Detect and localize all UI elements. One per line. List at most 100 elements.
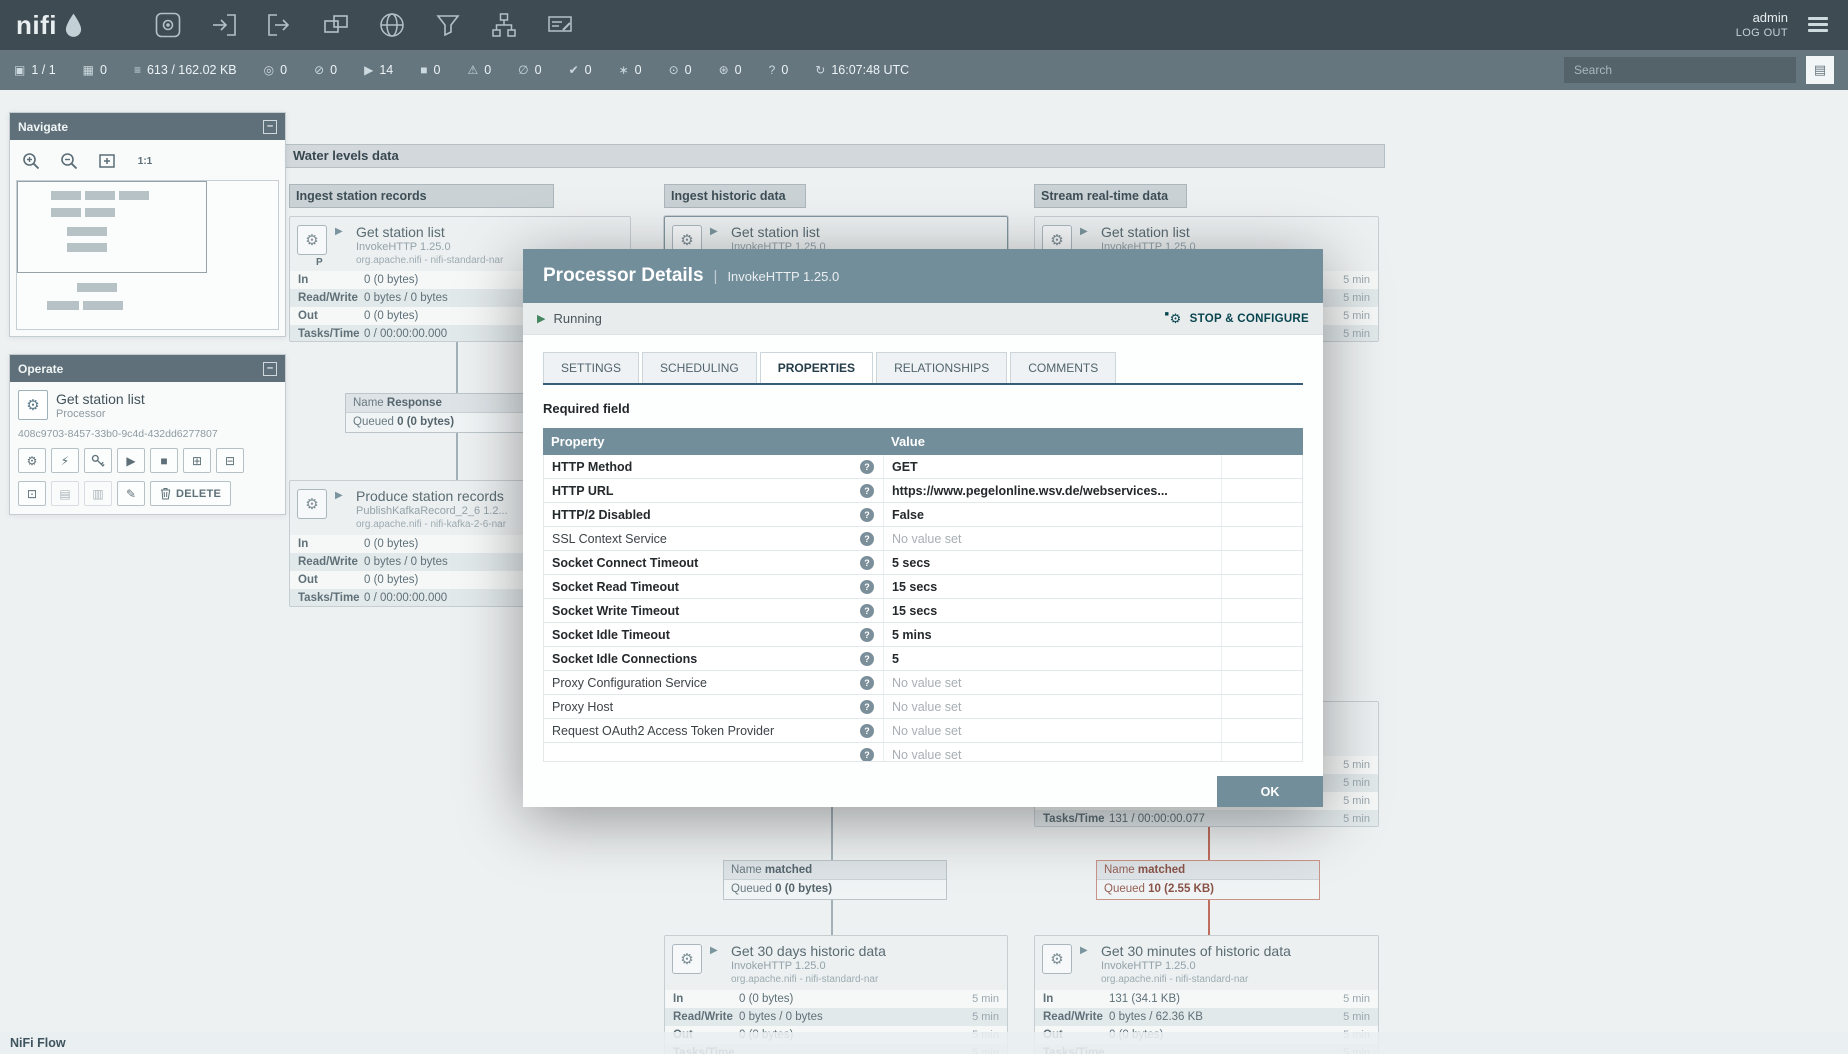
search-input[interactable] [1564, 57, 1796, 83]
connection-queued: Queued 0 (0 bytes) [724, 880, 946, 899]
ok-button[interactable]: OK [1217, 776, 1323, 807]
trash-icon [161, 488, 171, 500]
birdseye-minimap[interactable] [16, 180, 279, 330]
label-icon[interactable] [545, 10, 575, 40]
help-icon[interactable]: ? [860, 747, 874, 761]
help-icon[interactable]: ? [860, 579, 874, 594]
label-stream-real-time-data[interactable]: Stream real-time data [1034, 184, 1187, 208]
tab-relationships[interactable]: RELATIONSHIPS [876, 352, 1008, 383]
selected-component-name: Get station list [56, 390, 145, 407]
property-name: Socket Connect Timeout [552, 555, 699, 570]
stat-label: Out [298, 574, 318, 586]
label-ingest-station-records[interactable]: Ingest station records [289, 184, 554, 208]
property-extra-cell [1222, 551, 1302, 574]
template-icon: ⊟ [224, 453, 236, 468]
flow-status-bar: ▣ 1 / 1 ▦ 0 ≡ 613 / 162.02 KB ◎ 0 ⊘ 0 ▶ … [0, 50, 1848, 90]
dialog-subtitle: InvokeHTTP 1.25.0 [727, 268, 840, 284]
running-indicator-icon: ▶ [710, 226, 718, 237]
start-button[interactable]: ▶ [117, 448, 145, 473]
remote-process-group-icon[interactable] [377, 10, 407, 40]
running-indicator-icon: ▶ [335, 226, 343, 237]
refresh-button[interactable]: ↻ 16:07:48 UTC [815, 63, 909, 77]
fill-color-button[interactable]: ✎ [117, 481, 145, 506]
stat-window: 5 min [1343, 759, 1370, 771]
stat-row: Read/Write 0 bytes / 62.36 KB 5 min [1035, 1008, 1378, 1026]
property-name: Proxy Host [552, 699, 614, 714]
property-name: Socket Idle Connections [552, 651, 698, 666]
help-icon[interactable]: ? [860, 483, 874, 498]
input-port-icon[interactable] [209, 10, 239, 40]
property-row: Socket Idle Connections ? 5 [544, 647, 1302, 671]
tab-label: COMMENTS [1028, 361, 1099, 375]
help-icon[interactable]: ? [860, 555, 874, 570]
tab-scheduling[interactable]: SCHEDULING [642, 352, 757, 383]
help-icon[interactable]: ? [860, 651, 874, 666]
enable-button[interactable]: ⚡ [51, 448, 79, 473]
property-extra-cell [1222, 647, 1302, 670]
processor-title: Get 30 days historic data [731, 943, 886, 959]
funnel-icon[interactable] [433, 10, 463, 40]
stop-and-configure-label: STOP & CONFIGURE [1189, 312, 1309, 325]
help-icon[interactable]: ? [860, 459, 874, 474]
stat-label: Read/Write [1043, 1011, 1103, 1023]
help-icon[interactable]: ? [860, 603, 874, 618]
process-group-icon[interactable] [321, 10, 351, 40]
stop-and-configure-button[interactable]: ⚙ ■ STOP & CONFIGURE [1165, 311, 1309, 326]
label-ingest-historic-data[interactable]: Ingest historic data [664, 184, 806, 208]
paste-button[interactable]: ▤ [51, 481, 79, 506]
zoom-out-icon[interactable] [58, 150, 80, 172]
help-icon[interactable]: ? [860, 531, 874, 546]
minimap-block [47, 301, 79, 310]
zoom-fit-icon[interactable] [96, 150, 118, 172]
property-extra-cell [1222, 455, 1302, 478]
status-count: 0 [584, 63, 592, 77]
create-template-button[interactable]: ⊟ [216, 448, 244, 473]
stat-value: 0 (0 bytes) [739, 993, 794, 1005]
logout-link[interactable]: LOG OUT [1736, 26, 1788, 41]
tab-comments[interactable]: COMMENTS [1010, 352, 1117, 383]
zoom-actual-icon[interactable]: 1:1 [134, 150, 156, 172]
dialog-tabs: SETTINGS SCHEDULING PROPERTIES RELATIONS… [543, 352, 1303, 385]
stat-row: In 131 (34.1 KB) 5 min [1035, 990, 1378, 1008]
tab-properties[interactable]: PROPERTIES [759, 352, 874, 383]
zoom-in-icon[interactable] [20, 150, 42, 172]
help-icon[interactable]: ? [860, 723, 874, 738]
help-icon[interactable]: ? [860, 699, 874, 714]
status-item: ▣ 1 / 1 [14, 63, 56, 77]
stat-label: Read/Write [298, 292, 358, 304]
breadcrumb-root-link[interactable]: NiFi Flow [10, 1036, 66, 1050]
help-icon[interactable]: ? [860, 675, 874, 690]
global-menu-icon[interactable] [1804, 13, 1832, 36]
duplicate-button[interactable]: ▥ [84, 481, 112, 506]
connection-line [831, 898, 833, 935]
copy-icon: ⊡ [26, 486, 38, 501]
stat-label: Tasks/Time [1043, 813, 1105, 825]
breadcrumb: NiFi Flow [0, 1032, 1848, 1054]
help-icon[interactable]: ? [860, 627, 874, 642]
active-threads-icon: ▦ [82, 63, 95, 77]
collapse-button[interactable]: – [263, 361, 277, 376]
bulletin-board-button[interactable]: ▤ [1806, 56, 1834, 84]
property-row: Socket Connect Timeout ? 5 secs [544, 551, 1302, 575]
access-policies-button[interactable] [84, 448, 112, 473]
processor-icon[interactable] [153, 10, 183, 40]
configure-button[interactable]: ⚙ [18, 448, 46, 473]
connection-label-backpressure[interactable]: Name matched Queued 10 (2.55 KB) [1096, 860, 1320, 900]
property-value: 15 secs [884, 599, 1222, 622]
group-button[interactable]: ⊞ [183, 448, 211, 473]
connection-line [831, 807, 833, 860]
collapse-button[interactable]: – [263, 119, 277, 134]
copy-button[interactable]: ⊡ [18, 481, 46, 506]
help-icon[interactable]: ? [860, 507, 874, 522]
stop-button[interactable]: ■ [150, 448, 178, 473]
connection-label[interactable]: Name matched Queued 0 (0 bytes) [723, 860, 947, 900]
output-port-icon[interactable] [265, 10, 295, 40]
property-value: No value set [884, 671, 1222, 694]
tab-settings[interactable]: SETTINGS [543, 352, 640, 383]
property-name: Socket Idle Timeout [552, 627, 670, 642]
status-count: 0 [734, 63, 742, 77]
process-group-banner[interactable]: Water levels data [284, 144, 1385, 168]
delete-button[interactable]: DELETE [150, 481, 232, 506]
property-value: 15 secs [884, 575, 1222, 598]
template-icon[interactable] [489, 10, 519, 40]
